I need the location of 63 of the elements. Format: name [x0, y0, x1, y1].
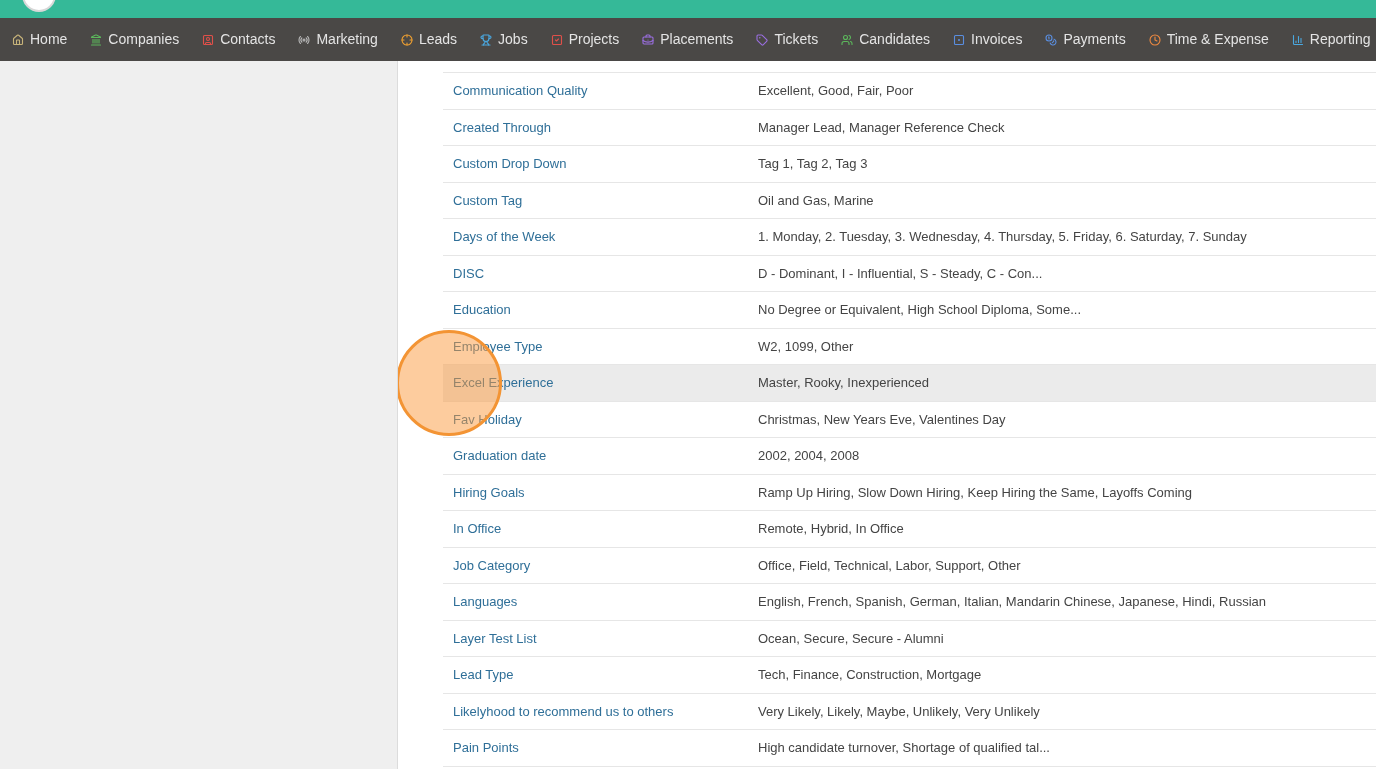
field-name-link[interactable]: Hiring Goals — [443, 482, 758, 502]
field-values: Very Likely, Likely, Maybe, Unlikely, Very Unlikely — [758, 702, 1040, 721]
nav-link[interactable]: Projects — [550, 29, 620, 50]
field-values: No Degree or Equivalent, High School Diploma, Some... — [758, 301, 1081, 319]
nav-link[interactable]: Payments — [1045, 29, 1126, 50]
field-values: 1. Monday, 2. Tuesday, 3. Wednesday, 4. Thursday, 5. Friday, 6. Saturday, 7. Sunday — [758, 228, 1247, 246]
nav-link[interactable]: Leads — [400, 29, 458, 50]
clock-icon — [1148, 33, 1161, 46]
nav-link[interactable]: Marketing — [298, 29, 378, 50]
field-name-link[interactable]: Communication Quality — [443, 81, 758, 101]
building-icon — [90, 33, 103, 46]
field-values: Ramp Up Hiring, Slow Down Hiring, Keep Hiring the Same, Layoffs Coming — [758, 483, 1192, 502]
square-icon — [953, 33, 966, 46]
field-values: High candidate turnover, Shortage of qualified tal... — [758, 739, 1050, 757]
field-values: Master, Rooky, Inexperienced — [758, 374, 929, 392]
field-name-link[interactable]: Custom Tag — [443, 190, 758, 210]
field-name-link[interactable]: Education — [443, 300, 758, 320]
contact-card-icon — [202, 33, 215, 46]
field-values: Office, Field, Technical, Labor, Support, Other — [758, 556, 1021, 575]
trophy-icon — [480, 33, 493, 46]
field-values: Remote, Hybrid, In Office — [758, 520, 904, 538]
field-name-link[interactable]: Layer Test List — [443, 628, 758, 648]
field-values: Tech, Finance, Construction, Mortgage — [758, 666, 982, 684]
nav-link[interactable]: Reporting — [1291, 29, 1371, 50]
nav-link[interactable]: Companies — [90, 29, 180, 50]
field-name-link[interactable]: DISC — [443, 263, 758, 283]
field-values: Manager Lead, Manager Reference Check — [758, 118, 1005, 137]
nav-link[interactable]: Invoices — [953, 29, 1023, 50]
field-values: Ocean, Secure, Secure - Alumni — [758, 629, 944, 648]
field-values: 2002, 2004, 2008 — [758, 447, 860, 465]
coins-icon — [1045, 33, 1058, 46]
field-values: Tag 1, Tag 2, Tag 3 — [758, 155, 868, 173]
target-icon — [400, 33, 413, 46]
field-name-link[interactable]: Days of the Week — [443, 227, 758, 247]
users-icon — [841, 33, 854, 46]
checkbox-icon — [550, 33, 563, 46]
field-name-link[interactable]: Job Category — [443, 555, 758, 575]
field-name-link[interactable]: Likelyhood to recommend us to others — [443, 701, 758, 721]
field-name-link[interactable]: Pain Points — [443, 738, 758, 758]
field-values: English, French, Spanish, German, Italian, Mandarin Chinese, Japanese, Hindi, Russian — [758, 593, 1266, 611]
field-name-link[interactable]: In Office — [443, 519, 758, 539]
field-name-link[interactable]: Languages — [443, 592, 758, 612]
field-values: Oil and Gas, Marine — [758, 191, 874, 210]
field-name-link[interactable]: Created Through — [443, 117, 758, 137]
field-name-link[interactable]: Lead Type — [443, 665, 758, 685]
nav-link[interactable]: Contacts — [202, 29, 276, 50]
nav-link[interactable]: Placements — [642, 29, 734, 50]
nav-link[interactable]: Time & Expense — [1148, 29, 1269, 50]
nav-link[interactable]: Tickets — [756, 29, 819, 50]
nav-link[interactable]: Candidates — [841, 29, 931, 50]
briefcase-icon — [642, 33, 655, 46]
field-values: D - Dominant, I - Influential, S - Steady, C - Con... — [758, 264, 1043, 283]
field-name-link[interactable]: Graduation date — [443, 446, 758, 466]
broadcast-icon — [298, 33, 311, 46]
nav-link[interactable]: Home — [12, 29, 68, 50]
field-name-link[interactable]: Custom Drop Down — [443, 154, 758, 174]
field-values: W2, 1099, Other — [758, 337, 854, 356]
field-values: Excellent, Good, Fair, Poor — [758, 82, 914, 100]
field-values: Christmas, New Years Eve, Valentines Day — [758, 410, 1006, 429]
home-icon — [12, 33, 24, 46]
bar-chart-icon — [1291, 33, 1304, 46]
tag-icon — [756, 33, 769, 46]
nav-link[interactable]: Jobs — [480, 29, 528, 50]
